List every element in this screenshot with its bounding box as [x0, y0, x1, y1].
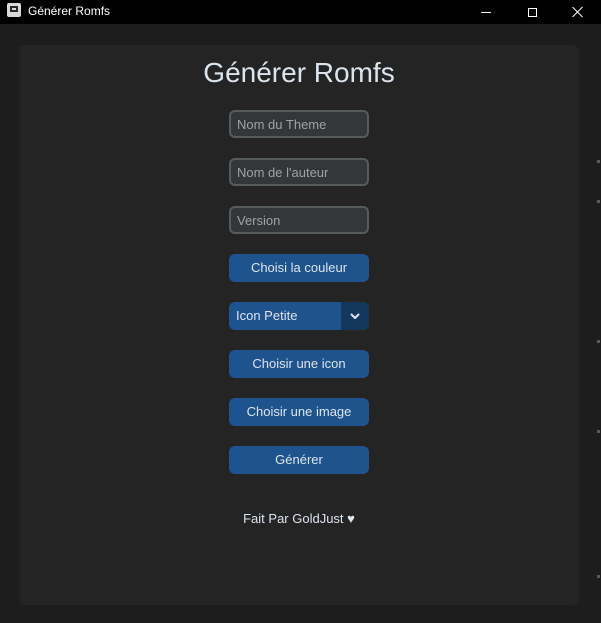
author-name-field[interactable]	[229, 158, 369, 186]
theme-name-field[interactable]	[229, 110, 369, 138]
choose-image-button[interactable]: Choisir une image	[229, 398, 369, 426]
edge-marker	[597, 160, 600, 163]
title-bar[interactable]: Générer Romfs	[0, 0, 601, 24]
dropdown-arrow-button[interactable]	[341, 302, 369, 330]
maximize-button[interactable]	[509, 0, 555, 24]
chevron-down-icon	[350, 313, 360, 319]
edge-marker	[597, 340, 600, 343]
window-title: Générer Romfs	[28, 4, 111, 18]
maximize-icon	[527, 7, 537, 17]
app-window-icon	[7, 3, 21, 17]
credit-text: Fait Par GoldJust ♥	[243, 511, 355, 526]
minimize-button[interactable]	[463, 0, 509, 24]
main-panel: Générer Romfs Choisi la couleur Icon Pet…	[19, 45, 579, 605]
page-title: Générer Romfs	[203, 57, 395, 88]
dropdown-selected-value: Icon Petite	[236, 308, 298, 323]
version-field[interactable]	[229, 206, 369, 234]
edge-marker	[597, 575, 600, 578]
generate-button[interactable]: Générer	[229, 446, 369, 474]
app-window: Générer Romfs Générer Romfs Choisi la co…	[0, 0, 601, 623]
choose-color-button[interactable]: Choisi la couleur	[229, 254, 369, 282]
icon-size-dropdown[interactable]: Icon Petite	[229, 302, 369, 330]
close-button[interactable]	[555, 0, 601, 24]
close-icon	[572, 6, 584, 18]
minimize-icon	[481, 11, 491, 13]
edge-marker	[597, 200, 600, 203]
choose-icon-button[interactable]: Choisir une icon	[229, 350, 369, 378]
edge-marker	[597, 430, 600, 433]
